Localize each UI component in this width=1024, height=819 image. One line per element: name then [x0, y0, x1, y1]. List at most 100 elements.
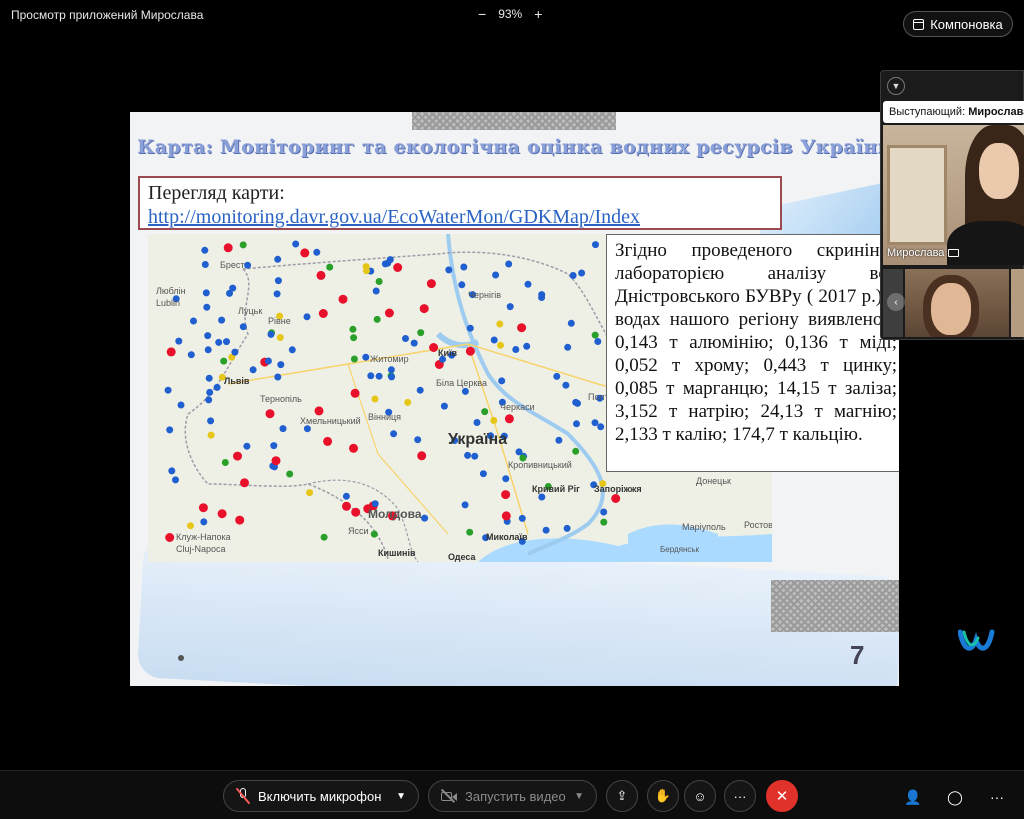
- redacted-area: [771, 580, 899, 632]
- monitoring-station-dot: [573, 420, 580, 428]
- monitoring-station-dot: [342, 501, 351, 511]
- monitoring-station-dot: [190, 317, 197, 325]
- zoom-in-button[interactable]: +: [534, 6, 542, 22]
- unmute-button[interactable]: Включить микрофон ▼: [223, 780, 419, 812]
- monitoring-station-dot: [481, 408, 489, 416]
- redacted-area: [412, 112, 616, 130]
- monitoring-station-dot: [288, 346, 296, 354]
- map-city-label: Хмельницький: [300, 416, 361, 426]
- collapse-panel-button[interactable]: ▼: [887, 77, 905, 95]
- monitoring-station-dot: [445, 266, 453, 274]
- monitoring-station-dot: [600, 518, 608, 526]
- monitoring-station-dot: [168, 467, 176, 475]
- video-background-window: [887, 145, 947, 245]
- monitoring-station-dot: [388, 373, 396, 381]
- monitoring-station-dot: [342, 492, 350, 500]
- monitoring-station-dot: [518, 514, 526, 522]
- slide-bullet: [178, 655, 184, 661]
- layout-button[interactable]: Компоновка: [903, 11, 1013, 37]
- map-link-label: Перегляд карти:: [148, 182, 285, 204]
- more-options-button[interactable]: ···: [724, 780, 756, 812]
- monitoring-station-dot: [277, 361, 285, 369]
- monitoring-station-dot: [591, 419, 599, 427]
- map-city-label: Ясси: [348, 526, 369, 536]
- leave-meeting-button[interactable]: ✕: [766, 780, 798, 812]
- reactions-button[interactable]: ☺: [684, 780, 716, 812]
- map-country-label: Молдова: [368, 507, 422, 521]
- monitoring-station-dot: [207, 431, 215, 439]
- participants-icon: 👤: [904, 788, 922, 805]
- monitoring-station-dot: [350, 334, 358, 342]
- monitoring-station-dot: [217, 509, 227, 519]
- monitoring-station-dot: [490, 336, 498, 344]
- monitoring-station-dot: [471, 452, 479, 460]
- slide-title: Карта: Моніторинг та екологічна оцінка в…: [137, 136, 892, 158]
- monitoring-station-dot: [460, 263, 468, 271]
- monitoring-station-dot: [419, 304, 429, 314]
- participant-name-tag: Мирослава: [887, 247, 960, 259]
- participant-thumbnail[interactable]: [905, 269, 1009, 337]
- monitoring-station-dot: [611, 494, 621, 503]
- active-speaker-video[interactable]: [883, 125, 1024, 265]
- monitoring-station-dot: [265, 409, 275, 419]
- monitoring-station-dot: [286, 470, 294, 478]
- monitoring-station-dot: [564, 343, 572, 351]
- monitoring-station-dot: [600, 508, 608, 516]
- chevron-down-icon[interactable]: ▼: [396, 791, 406, 802]
- monitoring-station-dot: [203, 303, 211, 311]
- monitoring-station-dot: [164, 386, 172, 394]
- map-city-label: Кропивницький: [508, 460, 572, 470]
- monitoring-station-dot: [165, 533, 175, 542]
- thumbnails-prev-button[interactable]: ‹: [887, 293, 905, 311]
- chevron-down-icon[interactable]: ▼: [574, 791, 584, 802]
- monitoring-station-dot: [239, 241, 247, 249]
- monitoring-station-dot: [213, 383, 221, 391]
- map-city-label: Київ: [438, 348, 458, 358]
- monitoring-station-dot: [244, 261, 252, 269]
- monitoring-station-dot: [200, 518, 208, 526]
- monitoring-station-dot: [205, 396, 213, 404]
- participant-thumbnail[interactable]: [1011, 269, 1024, 337]
- monitoring-station-dot: [264, 357, 272, 365]
- monitoring-station-dot: [271, 456, 281, 466]
- monitoring-station-dot: [349, 325, 357, 333]
- map-city-label: Вінниця: [368, 412, 401, 422]
- monitoring-station-dot: [300, 248, 310, 258]
- monitoring-station-dot: [223, 338, 230, 346]
- map-city-label: Рівне: [268, 316, 291, 326]
- monitoring-station-dot: [201, 261, 209, 268]
- monitoring-station-dot: [231, 348, 239, 356]
- monitoring-station-dot: [177, 401, 185, 409]
- monitoring-station-dot: [461, 501, 469, 509]
- monitoring-station-dot: [320, 533, 328, 541]
- monitoring-station-dot: [267, 330, 275, 338]
- monitoring-station-dot: [292, 240, 300, 248]
- monitoring-station-dot: [466, 528, 474, 536]
- map-city-label: Бердянськ: [660, 545, 700, 554]
- active-speaker-prefix: Выступающий:: [889, 106, 966, 118]
- map-city-label: Чернігів: [468, 290, 501, 300]
- map-link[interactable]: http://monitoring.davr.gov.ua/EcoWaterMo…: [148, 205, 772, 229]
- monitoring-station-dot: [233, 451, 242, 461]
- monitoring-station-dot: [569, 272, 577, 279]
- monitoring-station-dot: [501, 511, 511, 521]
- more-panels-button[interactable]: ···: [986, 786, 1008, 808]
- chat-button[interactable]: ◯: [944, 786, 966, 808]
- monitoring-station-dot: [313, 248, 321, 256]
- monitoring-station-dot: [249, 366, 257, 374]
- monitoring-station-dot: [498, 377, 506, 385]
- chevron-down-icon: ▼: [891, 81, 901, 91]
- monitoring-station-dot: [370, 530, 378, 538]
- start-video-button[interactable]: Запустить видео ▼: [428, 780, 597, 812]
- monitoring-station-dot: [414, 436, 422, 444]
- raise-hand-button[interactable]: ✋: [647, 780, 679, 812]
- monitoring-station-dot: [172, 476, 179, 484]
- monitoring-station-dot: [592, 241, 599, 249]
- monitoring-station-dot: [421, 514, 429, 522]
- monitoring-station-dot: [215, 338, 223, 346]
- monitoring-station-dot: [350, 355, 358, 363]
- share-button[interactable]: ⇪: [606, 780, 638, 812]
- zoom-out-button[interactable]: −: [478, 6, 486, 22]
- participants-button[interactable]: 👤: [902, 786, 924, 808]
- monitoring-station-dot: [461, 387, 469, 395]
